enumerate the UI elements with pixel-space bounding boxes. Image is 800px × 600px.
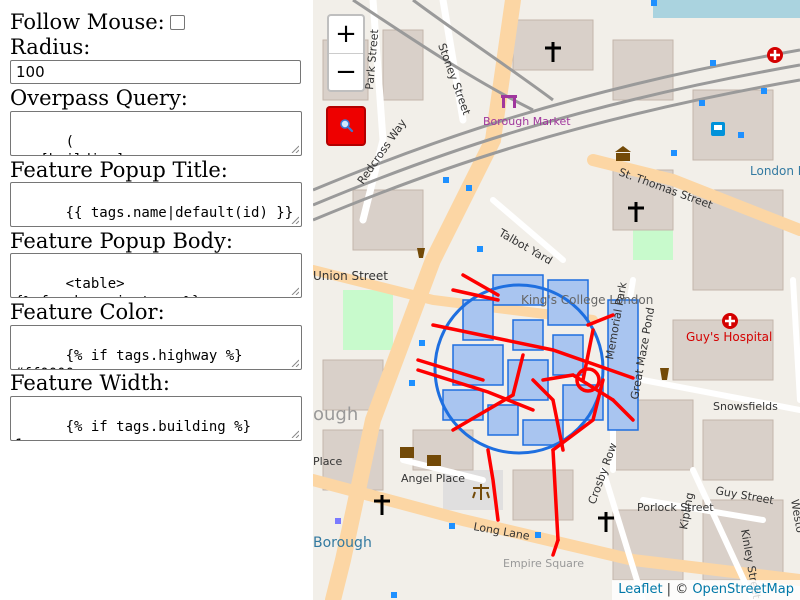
label-place: Place xyxy=(313,455,342,468)
label-borough-market: Borough Market xyxy=(483,115,571,128)
label-borough-area: ough xyxy=(313,404,358,425)
label-borough: Borough xyxy=(313,535,372,551)
label-guys-hospital: Guy's Hospital xyxy=(686,330,772,344)
popup-body-text: <table> {% for k, v in tags %} <tr> xyxy=(15,276,200,297)
control-panel: Follow Mouse: Radius: 100 Overpass Query… xyxy=(0,0,313,600)
radius-label: Radius: xyxy=(10,35,91,59)
openstreetmap-link[interactable]: OpenStreetMap xyxy=(692,582,794,597)
feature-width-text: {% if tags.building %} 1 {% else %} xyxy=(15,419,252,440)
overpass-query-textarea[interactable]: ( nwr[building]; nwr[highway]; xyxy=(10,111,302,156)
label-porlock-street: Porlock Street xyxy=(637,501,714,514)
resize-grip-icon[interactable] xyxy=(291,359,299,367)
radius-input[interactable]: 100 xyxy=(10,60,301,84)
park-area xyxy=(343,290,393,350)
magnifier-icon xyxy=(340,119,354,133)
label-london-bridge: London Bridge xyxy=(750,164,800,178)
zoom-out-button[interactable]: − xyxy=(329,54,363,91)
overpass-query-label: Overpass Query: xyxy=(10,86,188,110)
resize-grip-icon[interactable] xyxy=(291,287,299,295)
zoom-control: + − xyxy=(327,14,365,92)
attribution-separator: | © xyxy=(662,582,693,597)
resize-grip-icon[interactable] xyxy=(291,145,299,153)
feature-color-label: Feature Color: xyxy=(10,300,165,324)
leaflet-link[interactable]: Leaflet xyxy=(618,582,662,597)
app-root: Follow Mouse: Radius: 100 Overpass Query… xyxy=(0,0,800,600)
label-snowsfields: Snowsfields xyxy=(713,400,778,413)
overpass-query-text: ( nwr[building]; nwr[highway]; xyxy=(15,134,133,155)
follow-mouse-checkbox[interactable] xyxy=(170,15,185,30)
map-view[interactable]: Borough Market London Bridge King's Coll… xyxy=(313,0,800,600)
popup-body-textarea[interactable]: <table> {% for k, v in tags %} <tr> xyxy=(10,253,302,298)
feature-color-text: {% if tags.highway %} #ff0000 {% else %} xyxy=(15,348,243,369)
feature-width-textarea[interactable]: {% if tags.building %} 1 {% else %} xyxy=(10,396,302,441)
popup-title-label: Feature Popup Title: xyxy=(10,158,228,182)
label-angel-place: Angel Place xyxy=(401,472,465,485)
feature-color-textarea[interactable]: {% if tags.highway %} #ff0000 {% else %} xyxy=(10,325,302,370)
map-tiles[interactable]: Borough Market London Bridge King's Coll… xyxy=(313,0,800,600)
label-union-street: Union Street xyxy=(313,269,388,283)
feature-width-label: Feature Width: xyxy=(10,371,170,395)
popup-body-label: Feature Popup Body: xyxy=(10,229,233,253)
resize-grip-icon[interactable] xyxy=(291,430,299,438)
river-thames xyxy=(653,0,800,18)
label-empire-square: Empire Square xyxy=(503,557,584,570)
park-area xyxy=(633,230,673,260)
follow-mouse-label: Follow Mouse: xyxy=(10,10,165,34)
label-kings-college: King's College London xyxy=(521,293,653,307)
search-button[interactable] xyxy=(326,106,366,146)
map-attribution: Leaflet | © OpenStreetMap xyxy=(612,580,800,600)
resize-grip-icon[interactable] xyxy=(291,216,299,224)
popup-title-text: {{ tags.name|default(id) }} xyxy=(65,205,294,221)
bus-stop-icon xyxy=(711,122,725,136)
zoom-in-button[interactable]: + xyxy=(329,16,363,53)
popup-title-textarea[interactable]: {{ tags.name|default(id) }} xyxy=(10,182,302,227)
